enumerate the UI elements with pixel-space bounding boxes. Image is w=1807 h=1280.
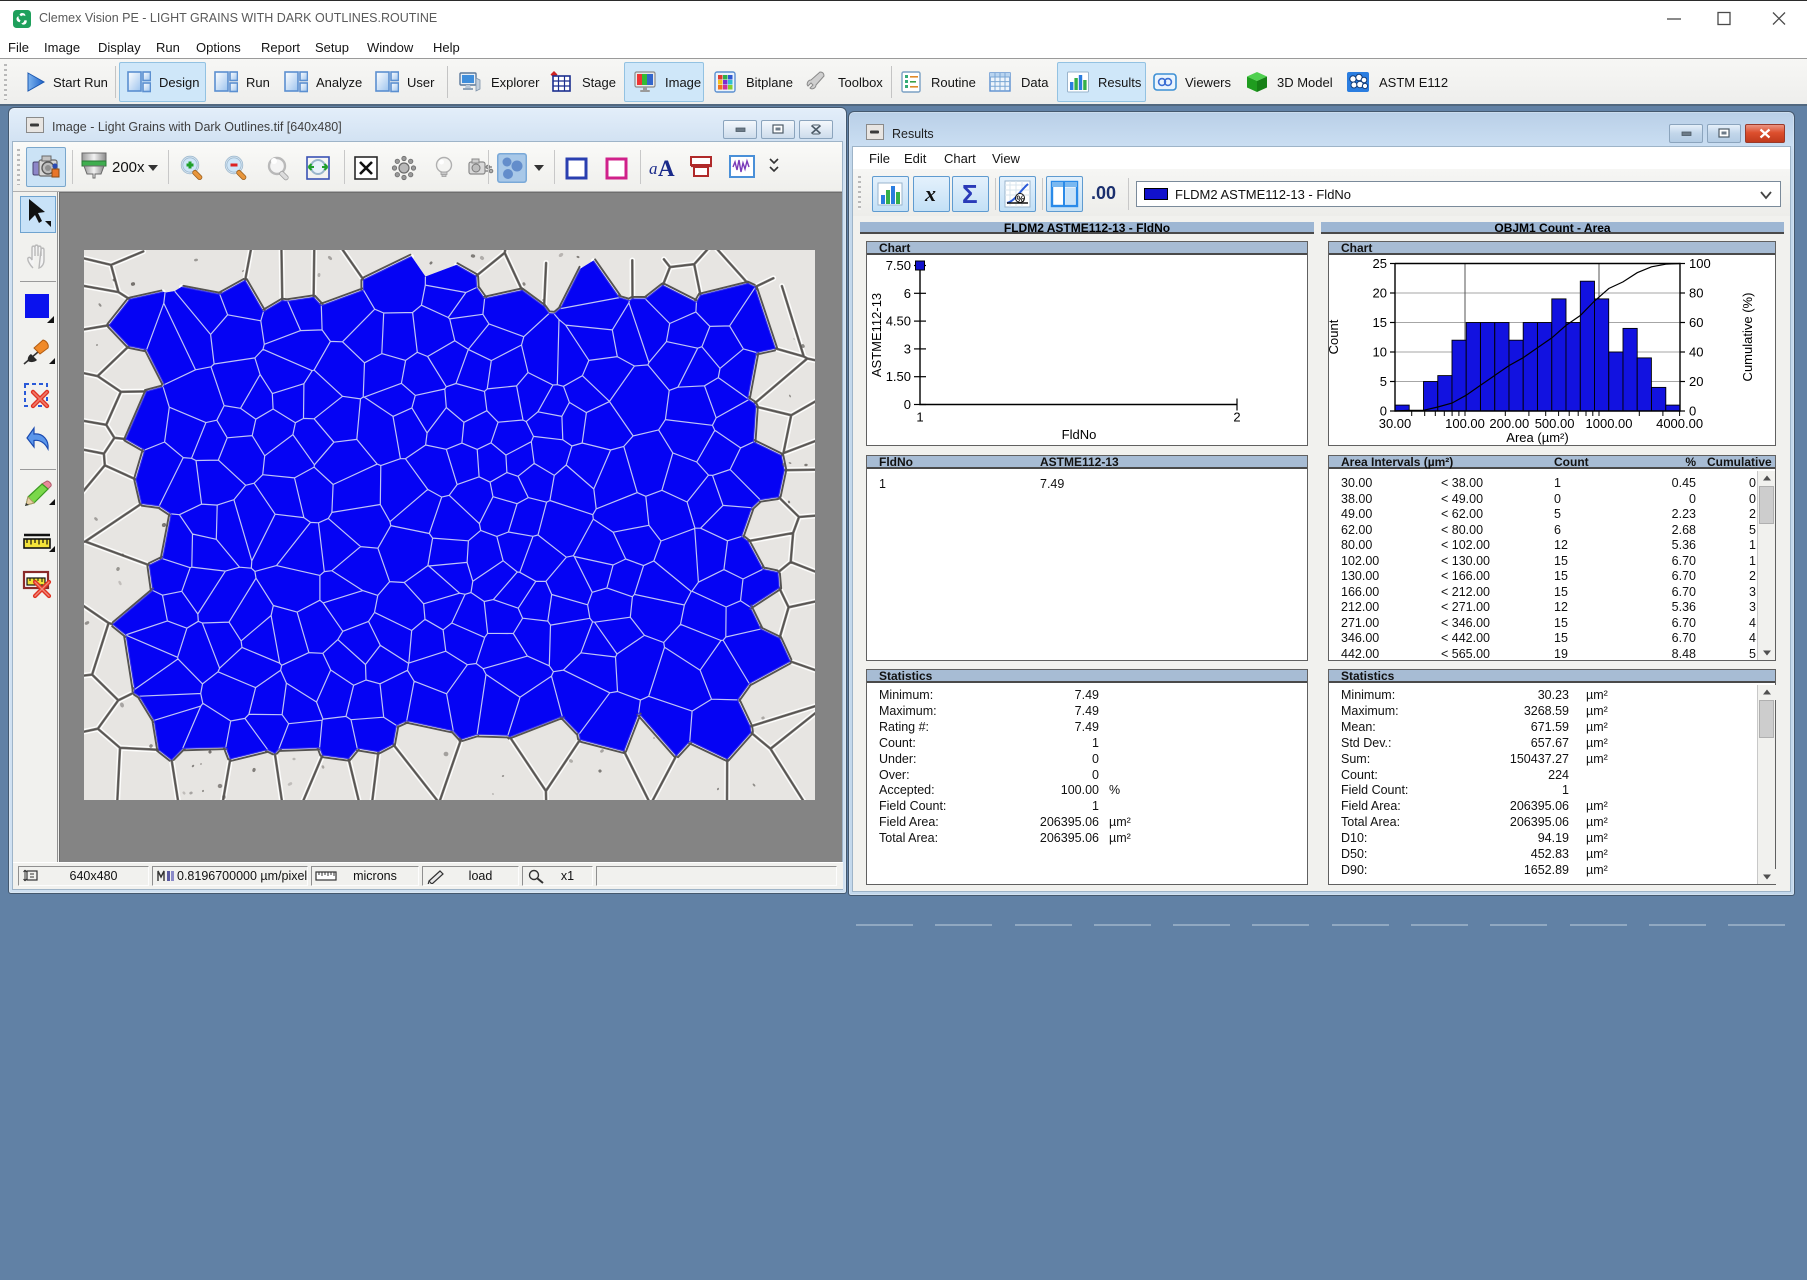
- svg-text:3: 3: [904, 341, 911, 356]
- svg-text:%: %: [1017, 194, 1025, 204]
- svg-text:4000.00: 4000.00: [1656, 416, 1703, 431]
- svg-text:7.50: 7.50: [886, 258, 911, 273]
- svg-text:2: 2: [1233, 410, 1240, 425]
- svg-text:a: a: [649, 159, 658, 178]
- svg-text:60: 60: [1689, 315, 1703, 330]
- svg-text:10: 10: [1373, 345, 1387, 360]
- svg-text:4.50: 4.50: [886, 314, 911, 329]
- svg-text:25: 25: [1373, 256, 1387, 271]
- svg-text:100: 100: [1689, 256, 1711, 271]
- svg-text:500.00: 500.00: [1535, 416, 1575, 431]
- svg-text:0: 0: [904, 397, 911, 412]
- svg-text:5: 5: [1380, 374, 1387, 389]
- svg-text:30.00: 30.00: [1379, 416, 1412, 431]
- svg-text:100.00: 100.00: [1445, 416, 1485, 431]
- svg-text:20: 20: [1689, 374, 1703, 389]
- svg-text:15: 15: [1373, 315, 1387, 330]
- svg-text:200.00: 200.00: [1489, 416, 1529, 431]
- svg-text:Area (µm²): Area (µm²): [1506, 430, 1568, 445]
- svg-text:x: x: [924, 181, 936, 206]
- svg-text:Cumulative (%): Cumulative (%): [1740, 293, 1755, 382]
- svg-text:FldNo: FldNo: [1062, 427, 1097, 442]
- svg-text:40: 40: [1689, 345, 1703, 360]
- svg-text:20: 20: [1373, 286, 1387, 301]
- svg-text:Σ: Σ: [962, 179, 978, 209]
- svg-text:1: 1: [916, 410, 923, 425]
- svg-text:A: A: [658, 156, 675, 181]
- svg-text:1.50: 1.50: [886, 369, 911, 384]
- svg-text:ASTME112-13: ASTME112-13: [869, 293, 884, 377]
- svg-text:80: 80: [1689, 286, 1703, 301]
- svg-text:1000.00: 1000.00: [1586, 416, 1633, 431]
- svg-text:6: 6: [904, 286, 911, 301]
- svg-text:Count: Count: [1329, 319, 1341, 354]
